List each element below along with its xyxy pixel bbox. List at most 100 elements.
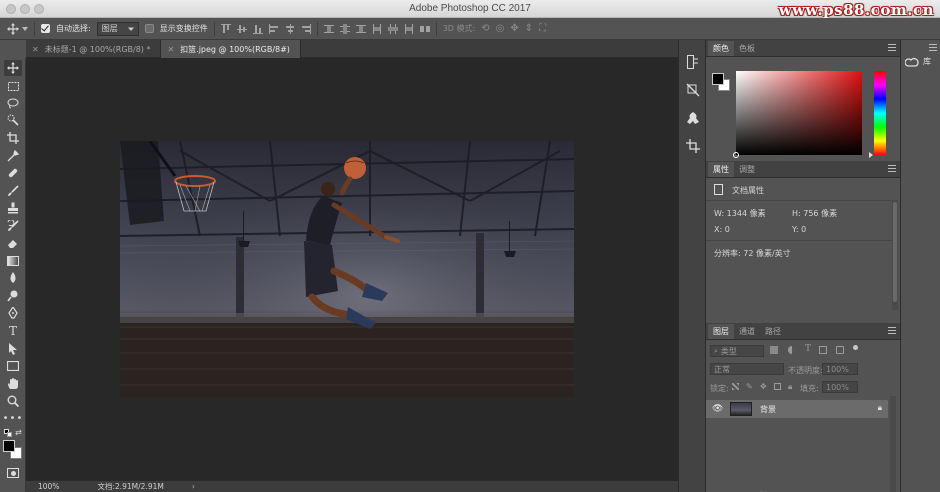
lock-move-icon[interactable]: ✥ (760, 382, 767, 391)
align-hcenter-icon[interactable] (285, 23, 295, 34)
rectangle-tool-icon[interactable] (4, 358, 22, 374)
move-tool-icon[interactable] (4, 60, 22, 76)
eyedropper-tool-icon[interactable] (4, 148, 22, 164)
tab-dunk-jpeg[interactable]: ✕ 扣篮.jpeg @ 100%(RGB/8#) (161, 40, 301, 58)
layer-row-background[interactable]: 👁︎ 背景 🔒︎ (706, 400, 888, 418)
brush-tool-icon[interactable] (4, 183, 22, 199)
history-panel-icon[interactable] (685, 54, 701, 70)
panel-menu-icon[interactable] (888, 165, 896, 172)
close-icon[interactable]: ✕ (32, 45, 39, 54)
filter-type-icon[interactable]: T (805, 344, 811, 354)
zoom-level[interactable]: 100% (38, 482, 59, 491)
align-left-icon[interactable] (268, 23, 279, 34)
close-icon[interactable]: ✕ (167, 45, 174, 54)
tab-properties[interactable]: 属性 (708, 162, 734, 177)
more-tools-icon[interactable]: ••• (3, 410, 23, 426)
tab-untitled-1[interactable]: ✕ 未标题-1 @ 100%(RGB/8) * (26, 40, 162, 58)
lock-brush-icon[interactable]: ✎ (746, 382, 753, 391)
tab-layers[interactable]: 图层 (708, 324, 734, 339)
layer-filter-dropdown[interactable]: ⌕ 类型 (710, 345, 764, 357)
filter-shape-icon[interactable] (819, 346, 827, 354)
distribute-top-icon[interactable] (323, 24, 334, 34)
document-image[interactable] (120, 141, 574, 397)
layers-scrollbar[interactable] (890, 396, 896, 492)
align-right-icon[interactable] (301, 23, 311, 34)
auto-align-icon[interactable] (419, 24, 430, 34)
align-vcenter-icon[interactable] (236, 24, 247, 34)
lock-all-icon[interactable]: 🔒︎ (788, 382, 792, 392)
libraries-button[interactable]: 库 (905, 56, 931, 67)
fill-field[interactable]: 100% (822, 381, 858, 393)
brush-settings-panel-icon[interactable] (685, 82, 701, 98)
clone-source-panel-icon[interactable] (685, 110, 701, 126)
foreground-color-swatch[interactable] (3, 440, 15, 452)
panel-menu-icon[interactable] (888, 44, 896, 51)
hand-tool-icon[interactable] (4, 376, 22, 392)
quick-select-tool-icon[interactable] (4, 112, 22, 128)
move-tool-preset-icon[interactable] (6, 22, 28, 36)
healing-brush-tool-icon[interactable] (4, 165, 22, 181)
history-brush-tool-icon[interactable] (4, 218, 22, 234)
tab-channels[interactable]: 通道 (734, 324, 760, 339)
path-selection-tool-icon[interactable] (4, 341, 22, 357)
filter-adjustment-icon[interactable] (788, 346, 796, 354)
distribute-bottom-icon[interactable] (355, 24, 366, 34)
blur-tool-icon[interactable] (4, 270, 22, 286)
swap-colors-icon[interactable]: ⇄ (15, 428, 22, 437)
slide-3d-icon[interactable]: ⇕ (525, 23, 533, 34)
tab-swatches[interactable]: 色板 (734, 41, 760, 56)
document-size-info[interactable]: 文档:2.91M/2.91M (97, 481, 163, 492)
lasso-tool-icon[interactable] (4, 95, 22, 111)
align-top-icon[interactable] (220, 23, 231, 34)
color-field[interactable] (733, 71, 862, 158)
blend-mode-dropdown[interactable]: 正常 (710, 363, 784, 375)
layer-name[interactable]: 背景 (760, 404, 776, 415)
filter-toggle-icon[interactable] (853, 345, 858, 350)
rotate-3d-icon[interactable]: ⟲ (481, 23, 489, 34)
tab-color[interactable]: 颜色 (708, 41, 734, 56)
type-tool-icon[interactable]: T (4, 323, 22, 339)
distribute-vcenter-icon[interactable] (339, 23, 350, 34)
auto-select-target-dropdown[interactable]: 图层 (96, 21, 139, 36)
pan-3d-icon[interactable]: ✥ (510, 23, 518, 34)
auto-select-checkbox[interactable] (41, 24, 50, 33)
lock-transparent-icon[interactable] (732, 383, 739, 390)
pen-tool-icon[interactable] (4, 305, 22, 321)
align-bottom-icon[interactable] (252, 24, 263, 34)
tab-adjustments[interactable]: 调整 (734, 162, 760, 177)
lock-artboard-icon[interactable] (774, 383, 781, 390)
color-panel-foreground-swatch[interactable] (712, 73, 724, 85)
quick-mask-icon[interactable] (7, 468, 19, 478)
hue-slider-handle[interactable] (869, 152, 873, 158)
document-canvas[interactable] (26, 58, 678, 480)
dodge-tool-icon[interactable] (4, 288, 22, 304)
status-menu-arrow-icon[interactable]: › (192, 482, 195, 491)
crop-tool-icon[interactable] (4, 130, 22, 146)
document-resolution[interactable]: 分辨率: 72 像素/英寸 (714, 248, 791, 259)
marquee-tool-icon[interactable] (4, 78, 22, 94)
filter-pixel-icon[interactable] (770, 346, 778, 354)
opacity-field[interactable]: 100% (822, 363, 858, 375)
scale-3d-icon[interactable]: ⛶ (539, 23, 546, 34)
hue-slider[interactable] (869, 71, 886, 158)
clone-stamp-tool-icon[interactable] (4, 200, 22, 216)
gradient-tool-icon[interactable] (4, 253, 22, 269)
roll-3d-icon[interactable]: ◎ (496, 23, 505, 34)
document-x[interactable]: X: 0 (714, 225, 730, 234)
show-transform-checkbox[interactable] (144, 24, 154, 33)
document-height[interactable]: H: 756 像素 (792, 208, 837, 219)
distribute-left-icon[interactable] (372, 23, 382, 34)
tab-paths[interactable]: 路径 (760, 324, 786, 339)
crop-panel-icon[interactable] (685, 138, 701, 154)
distribute-hcenter-icon[interactable] (387, 23, 398, 34)
distribute-right-icon[interactable] (404, 23, 414, 34)
zoom-tool-icon[interactable] (4, 393, 22, 409)
eye-icon[interactable]: 👁︎ (712, 404, 723, 414)
document-y[interactable]: Y: 0 (792, 225, 806, 234)
default-colors-icon[interactable] (4, 429, 12, 437)
panel-menu-icon[interactable] (929, 44, 937, 51)
document-width[interactable]: W: 1344 像素 (714, 208, 766, 219)
eraser-tool-icon[interactable] (4, 235, 22, 251)
properties-scrollbar[interactable] (892, 200, 898, 310)
filter-smart-object-icon[interactable] (836, 346, 844, 354)
